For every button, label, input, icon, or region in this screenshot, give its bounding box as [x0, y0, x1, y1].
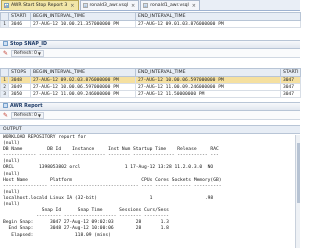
- grid-cell[interactable]: 27-AUG-12 11.00.09.246000000 PM: [30, 90, 136, 98]
- refresh-label: Refresh:: [14, 50, 33, 56]
- column-header[interactable]: END_INTERVAL_TIME: [135, 68, 281, 77]
- output-column-header[interactable]: OUTPUT: [0, 126, 300, 134]
- grid-cell[interactable]: 27-AUG-12 10.00.21.357000000 PM: [30, 20, 136, 28]
- grid-cell[interactable]: 27-AUG-12 09.01.03.876000000 PM: [135, 20, 301, 28]
- column-header[interactable]: STARTI: [8, 12, 31, 21]
- awr-report-output: OUTPUT WORKLOAD REPOSITORY report for (nu…: [0, 125, 300, 248]
- grid-cell[interactable]: 3049: [8, 83, 31, 91]
- grid-cell[interactable]: 27-AUG-12 10.00.06.597000000 PM: [135, 76, 281, 84]
- refresh-button[interactable]: Refresh: 0 ▼: [11, 111, 44, 119]
- grid-cell[interactable]: 3047: [280, 83, 301, 91]
- row-number: 3: [0, 90, 9, 98]
- refresh-button[interactable]: Refresh: 0 ▼: [11, 49, 44, 57]
- column-header[interactable]: STOPS: [8, 68, 31, 77]
- panel-icon: [3, 41, 8, 48]
- awr-panel-toolbar: ✎ Refresh: 0 ▼: [0, 111, 300, 120]
- column-header[interactable]: BEGIN_INTERVAL_TIME: [30, 12, 136, 21]
- column-header[interactable]: STARTI: [280, 68, 301, 77]
- table-row[interactable]: 1 3046 27-AUG-12 10.00.21.357000000 PM 2…: [0, 20, 301, 28]
- report-icon: [4, 3, 9, 8]
- table-row[interactable]: 3 3050 27-AUG-12 11.00.09.246000000 PM 2…: [0, 90, 301, 98]
- tab-ronald1-awr-vsql[interactable]: ronald1_awr.vsql ×: [140, 0, 200, 10]
- grid-cell[interactable]: 3046: [8, 20, 31, 28]
- stop-panel-toolbar: ✎ Refresh: 0 ▼: [0, 49, 300, 58]
- grid-cell[interactable]: 3047: [280, 76, 301, 84]
- pin-icon[interactable]: ✎: [3, 112, 8, 119]
- close-icon[interactable]: ×: [70, 3, 74, 9]
- tab-label: ronald3_awr.vsql: [89, 3, 129, 8]
- column-header[interactable]: END_INTERVAL_TIME: [135, 12, 301, 21]
- sql-file-icon: [143, 3, 149, 8]
- stop-snap-id-panel-header: Stop SNAP_ID: [0, 40, 300, 49]
- close-icon[interactable]: ×: [192, 3, 196, 9]
- scrollbar-thumb[interactable]: [297, 143, 300, 203]
- chevron-down-icon: ▼: [37, 50, 41, 56]
- start-snapshot-grid: STARTI BEGIN_INTERVAL_TIME END_INTERVAL_…: [0, 12, 301, 28]
- grid-corner: [0, 68, 9, 77]
- chevron-down-icon: ▼: [37, 112, 41, 118]
- awr-report-panel-header: AWR Report: [0, 102, 300, 111]
- row-number: 2: [0, 83, 9, 91]
- table-row[interactable]: 1 3048 27-AUG-12 09.02.03.876000000 PM 2…: [0, 76, 301, 84]
- row-number: 1: [0, 76, 9, 84]
- tab-label: ronald1_awr.vsql: [150, 3, 189, 8]
- stop-snapshot-grid: STOPS BEGIN_INTERVAL_TIME END_INTERVAL_T…: [0, 68, 301, 98]
- panel-icon: [3, 103, 8, 110]
- panel-title: AWR Report: [10, 104, 43, 109]
- refresh-label: Refresh:: [14, 112, 33, 118]
- grid-cell[interactable]: 27-AUG-12 10.00.06.597000000 PM: [30, 83, 136, 91]
- sql-file-icon: [82, 3, 88, 8]
- grid-cell[interactable]: 27-AUG-12 11.00.09.246000000 PM: [135, 83, 281, 91]
- panel-title: Stop SNAP_ID: [10, 42, 48, 47]
- grid-cell[interactable]: 3048: [8, 76, 31, 84]
- column-header-label: OUTPUT: [3, 127, 22, 132]
- refresh-value: 0: [33, 112, 37, 118]
- tab-ronald3-awr-vsql[interactable]: ronald3_awr.vsql ×: [79, 0, 140, 10]
- close-icon[interactable]: ×: [131, 3, 135, 9]
- grid-cell[interactable]: 27-AUG-12 11.50000000 PM: [135, 90, 281, 98]
- column-header[interactable]: BEGIN_INTERVAL_TIME: [30, 68, 136, 77]
- grid-cell[interactable]: 3047: [280, 90, 301, 98]
- table-row[interactable]: 2 3049 27-AUG-12 10.00.06.597000000 PM 2…: [0, 83, 301, 91]
- vertical-scrollbar[interactable]: [295, 135, 300, 248]
- row-number: 1: [0, 20, 9, 28]
- grid-corner: [0, 12, 9, 21]
- report-line: Elapsed: 118.09 (mins): [3, 232, 111, 238]
- refresh-value: 0: [33, 50, 37, 56]
- report-text[interactable]: WORKLOAD REPOSITORY report for (null) DB N…: [0, 134, 300, 248]
- tab-label: AWR Start Stop Report 3: [11, 3, 68, 8]
- tab-awr-start-stop-report[interactable]: AWR Start Stop Report 3 ×: [1, 0, 79, 10]
- grid-cell[interactable]: 27-AUG-12 09.02.03.876000000 PM: [30, 76, 136, 84]
- grid-cell[interactable]: 3050: [8, 90, 31, 98]
- editor-tab-bar: AWR Start Stop Report 3 × ronald3_awr.vs…: [0, 0, 300, 11]
- pin-icon[interactable]: ✎: [3, 50, 8, 57]
